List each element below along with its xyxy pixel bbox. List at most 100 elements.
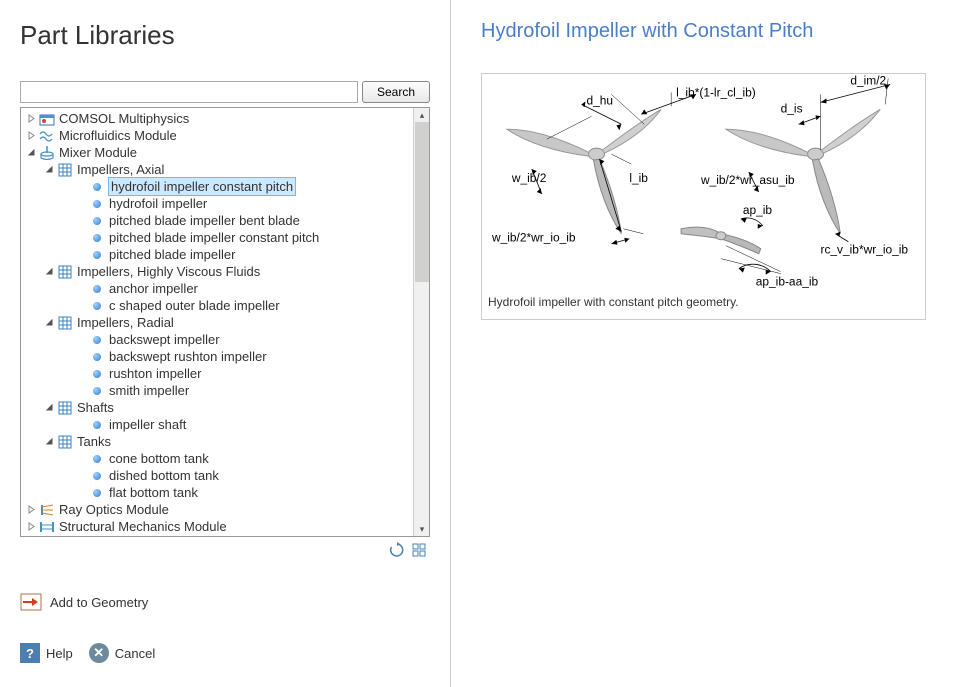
tree-item-label: Structural Mechanics Module bbox=[59, 518, 227, 535]
dim-label: d_hu bbox=[587, 93, 614, 107]
cancel-icon: ✕ bbox=[89, 643, 109, 663]
expander-icon[interactable] bbox=[25, 521, 37, 533]
bullet-icon bbox=[89, 468, 105, 484]
expander-icon[interactable] bbox=[25, 130, 37, 142]
bullet-icon bbox=[89, 247, 105, 263]
tree-item[interactable]: hydrofoil impeller bbox=[21, 195, 413, 212]
tree-item-label: Ray Optics Module bbox=[59, 501, 169, 518]
tree-item-label: flat bottom tank bbox=[109, 484, 198, 501]
refresh-icon[interactable] bbox=[388, 541, 406, 559]
tree-item-label: pitched blade impeller bbox=[109, 246, 235, 263]
mixer-icon bbox=[39, 145, 55, 161]
tree-item-label: impeller shaft bbox=[109, 416, 186, 433]
tree-item[interactable]: Microfluidics Module bbox=[21, 127, 413, 144]
tree-item-label: dished bottom tank bbox=[109, 467, 219, 484]
help-icon: ? bbox=[20, 643, 40, 663]
search-input[interactable] bbox=[20, 81, 358, 103]
cancel-button[interactable]: ✕ Cancel bbox=[89, 643, 155, 663]
add-to-geometry-button[interactable]: Add to Geometry bbox=[20, 593, 430, 611]
expander-icon[interactable] bbox=[43, 266, 55, 278]
tree-item[interactable]: Impellers, Axial bbox=[21, 161, 413, 178]
tree-item[interactable]: COMSOL Multiphysics bbox=[21, 110, 413, 127]
tree-item-label: Impellers, Axial bbox=[77, 161, 164, 178]
dim-label: l_ib bbox=[629, 171, 648, 185]
tree-item-label: hydrofoil impeller constant pitch bbox=[109, 178, 295, 195]
dim-label: w_ib/2 bbox=[511, 171, 547, 185]
dim-label: ap_ib bbox=[743, 203, 773, 217]
tree-item[interactable]: Structural Mechanics Module bbox=[21, 518, 413, 535]
expander-icon[interactable] bbox=[25, 504, 37, 516]
dim-label: l_ib*(1-lr_cl_ib) bbox=[676, 85, 756, 99]
preview-box: d_hu l_ib*(1-lr_cl_ib) w_ib/2 bbox=[481, 73, 926, 320]
tree-item[interactable]: Mixer Module bbox=[21, 144, 413, 161]
tree-item[interactable]: pitched blade impeller bbox=[21, 246, 413, 263]
expander-icon[interactable] bbox=[43, 164, 55, 176]
bullet-icon bbox=[89, 230, 105, 246]
table-icon bbox=[57, 315, 73, 331]
detail-title: Hydrofoil Impeller with Constant Pitch bbox=[481, 20, 935, 43]
tree-item[interactable]: pitched blade impeller constant pitch bbox=[21, 229, 413, 246]
tree-item[interactable]: anchor impeller bbox=[21, 280, 413, 297]
tree-item-label: smith impeller bbox=[109, 382, 189, 399]
struct-icon bbox=[39, 519, 55, 535]
search-button[interactable]: Search bbox=[362, 81, 430, 103]
panel-title: Part Libraries bbox=[20, 20, 430, 51]
dim-label: w_ib/2*wr_asu_ib bbox=[700, 173, 795, 187]
tree-item[interactable]: c shaped outer blade impeller bbox=[21, 297, 413, 314]
tree-item[interactable]: Shafts bbox=[21, 399, 413, 416]
tree-item-label: COMSOL Multiphysics bbox=[59, 110, 189, 127]
tree-item-label: backswept impeller bbox=[109, 331, 220, 348]
bullet-icon bbox=[89, 213, 105, 229]
tree-item-label: Shafts bbox=[77, 399, 114, 416]
bullet-icon bbox=[89, 281, 105, 297]
expander-icon[interactable] bbox=[25, 147, 37, 159]
dim-label: d_im/2 bbox=[850, 74, 886, 87]
add-to-geometry-icon bbox=[20, 593, 42, 611]
tree-item[interactable]: hydrofoil impeller constant pitch bbox=[21, 178, 413, 195]
scroll-down-arrow[interactable]: ▾ bbox=[414, 522, 430, 536]
bullet-icon bbox=[89, 196, 105, 212]
tree-view[interactable]: COMSOL MultiphysicsMicrofluidics ModuleM… bbox=[20, 107, 430, 537]
bullet-icon bbox=[89, 417, 105, 433]
tree-item-label: Impellers, Radial bbox=[77, 314, 174, 331]
tree-item-label: cone bottom tank bbox=[109, 450, 209, 467]
tree-item[interactable]: cone bottom tank bbox=[21, 450, 413, 467]
dim-label: w_ib/2*wr_io_ib bbox=[491, 231, 576, 245]
tree-item[interactable]: dished bottom tank bbox=[21, 467, 413, 484]
tree-item[interactable]: smith impeller bbox=[21, 382, 413, 399]
bullet-icon bbox=[89, 485, 105, 501]
bullet-icon bbox=[89, 366, 105, 382]
tree-item[interactable]: impeller shaft bbox=[21, 416, 413, 433]
tree-item-label: Impellers, Highly Viscous Fluids bbox=[77, 263, 260, 280]
tree-item-label: Tanks bbox=[77, 433, 111, 450]
tree-item-label: backswept rushton impeller bbox=[109, 348, 267, 365]
help-button[interactable]: ? Help bbox=[20, 643, 73, 663]
expander-icon[interactable] bbox=[43, 317, 55, 329]
table-icon bbox=[57, 162, 73, 178]
dim-label: rc_v_ib*wr_io_ib bbox=[820, 243, 908, 257]
tree-item[interactable]: pitched blade impeller bent blade bbox=[21, 212, 413, 229]
settings-icon[interactable] bbox=[410, 541, 428, 559]
table-icon bbox=[57, 434, 73, 450]
expander-icon[interactable] bbox=[43, 402, 55, 414]
expander-icon[interactable] bbox=[25, 113, 37, 125]
tree-item[interactable]: backswept rushton impeller bbox=[21, 348, 413, 365]
tree-item[interactable]: Impellers, Radial bbox=[21, 314, 413, 331]
scrollbar[interactable]: ▴ ▾ bbox=[413, 108, 429, 536]
tree-item[interactable]: Tanks bbox=[21, 433, 413, 450]
tree-item[interactable]: Impellers, Highly Viscous Fluids bbox=[21, 263, 413, 280]
preview-image: d_hu l_ib*(1-lr_cl_ib) w_ib/2 bbox=[482, 74, 925, 292]
table-icon bbox=[57, 264, 73, 280]
tree-item[interactable]: backswept impeller bbox=[21, 331, 413, 348]
expander-icon[interactable] bbox=[43, 436, 55, 448]
tree-item-label: pitched blade impeller constant pitch bbox=[109, 229, 319, 246]
scroll-up-arrow[interactable]: ▴ bbox=[414, 108, 430, 122]
bullet-icon bbox=[89, 298, 105, 314]
tree-item[interactable]: flat bottom tank bbox=[21, 484, 413, 501]
preview-description: Hydrofoil impeller with constant pitch g… bbox=[482, 292, 925, 319]
scroll-thumb[interactable] bbox=[415, 122, 429, 282]
tree-item-label: pitched blade impeller bent blade bbox=[109, 212, 300, 229]
tree-item[interactable]: rushton impeller bbox=[21, 365, 413, 382]
tree-item[interactable]: Ray Optics Module bbox=[21, 501, 413, 518]
cancel-label: Cancel bbox=[115, 646, 155, 661]
